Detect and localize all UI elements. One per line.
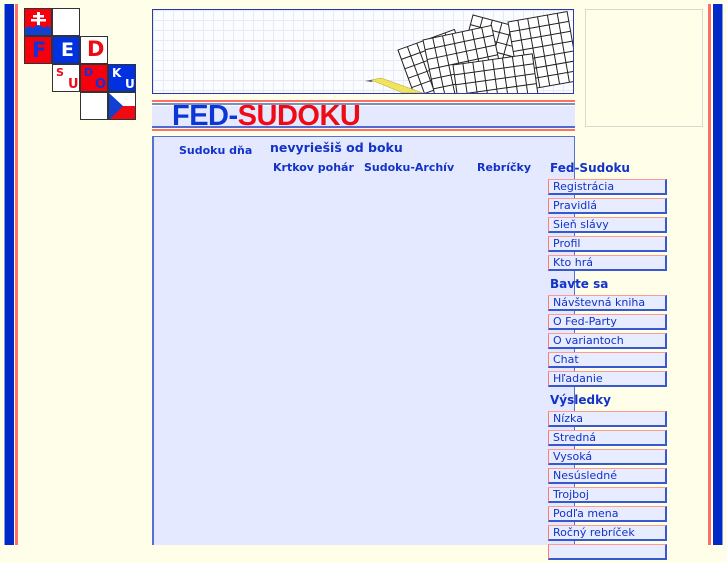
menu-item-sien-slavy[interactable]: Sieň slávy (548, 217, 667, 233)
menu-item-kto-hra[interactable]: Kto hrá (548, 255, 667, 271)
title-fed: FED- (172, 100, 238, 132)
menu-item-o-variantoch[interactable]: O variantoch (548, 333, 667, 349)
site-title[interactable]: FED-SUDOKU (172, 99, 361, 133)
side-menu: Fed-Sudoku Registrácia Pravidlá Sieň slá… (548, 158, 672, 563)
menu-item-stredna[interactable]: Stredná (548, 430, 667, 446)
menu-item-hladanie[interactable]: Hľadanie (548, 371, 667, 387)
logo-letter-f: F (32, 38, 47, 62)
site-title-strip: FED-SUDOKU (152, 99, 575, 132)
menu-item-rocny-rebricek[interactable]: Ročný rebríček (548, 525, 667, 541)
nav-krtkov-pohar[interactable]: Krtkov pohár (273, 161, 354, 174)
logo-cell-e: E (52, 36, 80, 64)
slovak-cross-icon (25, 12, 51, 35)
tagline: nevyriešiš od boku (270, 140, 403, 155)
right-border-blue (713, 4, 723, 545)
menu-item-trojboj[interactable]: Trojboj (548, 487, 667, 503)
czech-flag-icon (109, 93, 135, 119)
menu-item-podla-mena[interactable]: Podľa mena (548, 506, 667, 522)
menu-item-chat[interactable]: Chat (548, 352, 667, 368)
menu-item-nesusledne[interactable]: Nesúsledné (548, 468, 667, 484)
logo-letter-k: K (112, 66, 122, 80)
logo-cell-ku: K U (108, 64, 136, 92)
logo-letter-s: S (56, 66, 64, 79)
main-content-panel: Sudoku dňa nevyriešiš od boku Krtkov poh… (152, 136, 575, 545)
menu-section-title: Fed-Sudoku (550, 161, 630, 175)
menu-item-navstevna-kniha[interactable]: Návštevná kniha (548, 295, 667, 311)
left-border-red (15, 4, 18, 545)
logo-cell-blank (52, 8, 80, 36)
nav-rebricky[interactable]: Rebríčky (477, 161, 531, 174)
menu-item-registracia[interactable]: Registrácia (548, 179, 667, 195)
nav-sudoku-dna[interactable]: Sudoku dňa (179, 144, 252, 157)
header-banner (152, 9, 574, 94)
left-border-blue (4, 4, 14, 545)
nav-sudoku-archiv[interactable]: Sudoku-Archív (364, 161, 454, 174)
ad-placeholder (585, 9, 703, 127)
logo-letter-e: E (61, 39, 74, 61)
menu-item-partial[interactable] (548, 544, 667, 560)
logo-letter-d: D (87, 37, 105, 61)
menu-item-nizka[interactable]: Nízka (548, 411, 667, 427)
title-ku: KU (319, 100, 361, 132)
menu-section-title: Výsledky (550, 393, 611, 407)
right-border-red (708, 4, 711, 545)
logo-letter-u2: U (125, 77, 135, 91)
czech-flag-cell (108, 92, 136, 120)
logo-letter-d-small: D (84, 66, 94, 79)
logo-letter-o: O (95, 77, 107, 92)
logo-letter-u: U (68, 77, 79, 92)
menu-item-pravidla[interactable]: Pravidlá (548, 198, 667, 214)
menu-item-profil[interactable]: Profil (548, 236, 667, 252)
logo-cell-blank-2 (80, 92, 108, 120)
menu-section-title: Bavte sa (550, 277, 609, 291)
menu-item-o-fed-party[interactable]: O Fed-Party (548, 314, 667, 330)
sudoku-grids-illustration (365, 11, 573, 93)
fed-sudoku-logo[interactable]: F E D S U D O K U (24, 8, 144, 126)
logo-cell-d: D (80, 36, 108, 64)
logo-cell-su: S U (52, 64, 80, 92)
slovak-emblem-cell (24, 8, 52, 36)
menu-item-vysoka[interactable]: Vysoká (548, 449, 667, 465)
logo-cell-do: D O (80, 64, 108, 92)
title-sudo: SUDO (237, 100, 320, 132)
logo-cell-f: F (24, 36, 52, 64)
